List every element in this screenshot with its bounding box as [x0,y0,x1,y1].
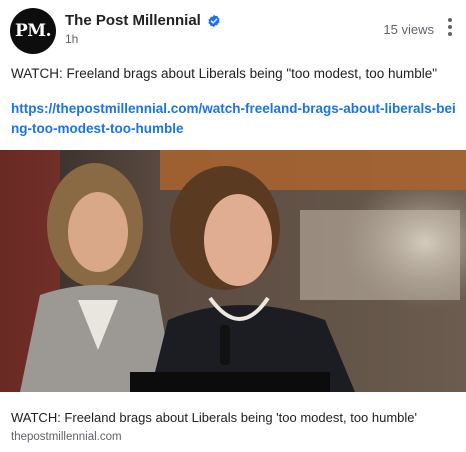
view-count: 15 views [383,22,434,37]
link-preview-title[interactable]: WATCH: Freeland brags about Liberals bei… [11,410,459,425]
post-text: WATCH: Freeland brags about Liberals bei… [11,66,438,81]
post-link[interactable]: https://thepostmillennial.com/watch-free… [11,99,459,139]
post-header: PM. The Post Millennial 1h 15 views [0,0,466,56]
post-timestamp[interactable]: 1h [65,32,78,46]
page-name[interactable]: The Post Millennial [65,12,221,29]
page-name-label: The Post Millennial [65,12,201,29]
preview-photo [0,150,466,392]
link-preview-image[interactable] [0,150,466,392]
avatar-logo-text: PM. [14,21,52,41]
verified-badge-icon [208,14,220,27]
post-card: PM. The Post Millennial 1h 15 views WATC… [0,0,466,452]
avatar[interactable]: PM. [10,8,56,54]
more-vert-icon[interactable] [444,17,456,37]
link-preview-domain: thepostmillennial.com [11,431,122,443]
